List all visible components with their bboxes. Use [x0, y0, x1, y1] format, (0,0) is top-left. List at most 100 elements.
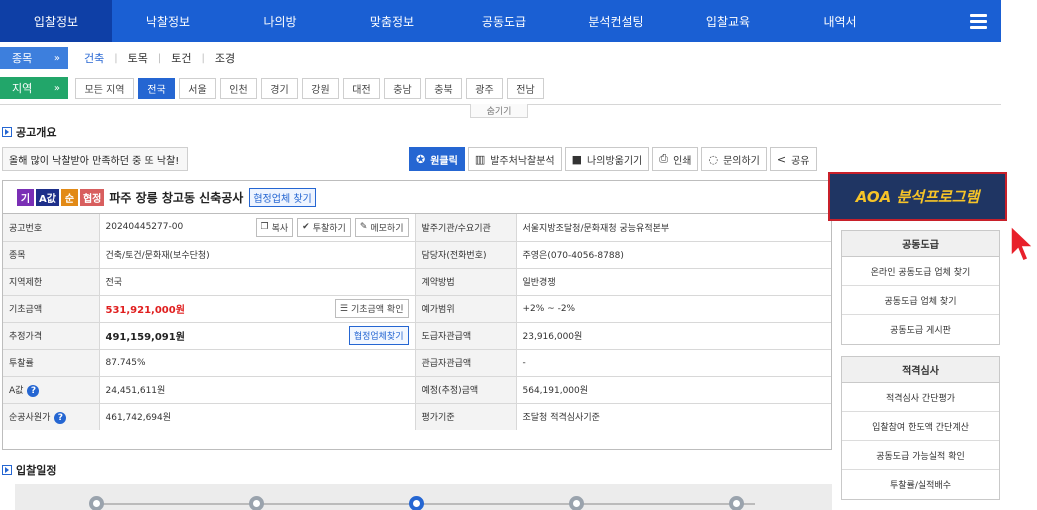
table-cell: 주영은(070-4056-8788): [516, 241, 831, 269]
base-amount-confirm-button[interactable]: ☰ 기초금액 확인: [334, 299, 409, 318]
table-cell: 전국: [99, 268, 416, 296]
side-link-bid-rate-multiplier[interactable]: 투찰률/실적배수: [842, 470, 999, 499]
table-header-cell: A값?: [3, 376, 100, 404]
joint-contract-heading: 공동도급: [842, 231, 999, 257]
table-cell: 491,159,091원 협정업체찾기: [99, 322, 416, 350]
region-button-gyeonggi[interactable]: 경기: [261, 77, 298, 99]
copy-button[interactable]: ❐ 복사: [255, 217, 294, 237]
region-button-jeonnam[interactable]: 전남: [507, 77, 544, 99]
category-filter: 종목 » 건축 | 토목 | 토건 | 조경: [0, 47, 235, 69]
region-button-daejeon[interactable]: 대전: [343, 77, 380, 99]
divider: |: [114, 52, 118, 64]
region-button-seoul[interactable]: 서울: [179, 77, 216, 99]
bid-submit-button[interactable]: ✔ 투찰하기: [297, 217, 351, 237]
aoa-program-banner[interactable]: AOA 분석프로그램: [828, 172, 1007, 221]
table-header-cell: 예가범위: [415, 295, 517, 323]
category-link-civil[interactable]: 토목: [128, 50, 148, 66]
category-filter-label[interactable]: 종목 »: [0, 47, 68, 69]
double-chevron-icon: »: [53, 82, 60, 94]
nav-item-joint-contract[interactable]: 공동도급: [448, 0, 560, 42]
category-link-landscape[interactable]: 조경: [215, 50, 235, 66]
menu-button[interactable]: [896, 0, 1001, 42]
base-amount: 531,921,000원: [105, 305, 185, 316]
timeline-step[interactable]: [249, 496, 264, 510]
side-link-performance-check[interactable]: 공동도급 가능실적 확인: [842, 441, 999, 470]
table-header-cell: 순공사원가?: [3, 403, 100, 430]
timeline-step[interactable]: [729, 496, 744, 510]
help-icon[interactable]: ?: [27, 384, 40, 397]
estimated-price: 491,159,091원: [105, 332, 185, 343]
action-toolbar: ✪ 원클릭 ▥ 발주처낙찰분석 ■ 나의방옮기기 ⎙ 인쇄 ◌ 문의하기 < 공…: [409, 147, 817, 171]
bid-info-table: 공고번호 20240445277-00 ❐ 복사 ✔ 투찰하기 ✎ 메모하기 발주기관…: [3, 214, 831, 430]
timeline-step-current[interactable]: [409, 496, 424, 510]
play-square-icon: [2, 127, 12, 137]
side-link-joint-find[interactable]: 공동도급 업체 찾기: [842, 286, 999, 315]
table-header-cell: 관급자관급액: [415, 349, 517, 377]
table-cell: 20240445277-00 ❐ 복사 ✔ 투찰하기 ✎ 메모하기: [99, 214, 416, 242]
bid-detail-panel: 기 A값 순 협정 파주 장릉 창고동 신축공사 협정업체 찾기 공고번호 20…: [2, 180, 832, 450]
badge-soon: 순: [60, 188, 78, 206]
print-button[interactable]: ⎙ 인쇄: [652, 147, 699, 171]
region-button-incheon[interactable]: 인천: [220, 77, 257, 99]
side-link-online-joint-find[interactable]: 온라인 공동도급 업체 찾기: [842, 257, 999, 286]
bar-chart-icon: ▥: [474, 152, 486, 166]
side-link-joint-board[interactable]: 공동도급 게시판: [842, 315, 999, 344]
joint-contract-panel: 공동도급 온라인 공동도급 업체 찾기 공동도급 업체 찾기 공동도급 게시판: [841, 230, 1000, 345]
memo-button[interactable]: ✎ 메모하기: [354, 217, 409, 237]
folder-icon: ■: [571, 152, 583, 166]
find-partner-button[interactable]: 협정업체찾기: [348, 326, 409, 345]
nav-item-bid-education[interactable]: 입찰교육: [672, 0, 784, 42]
category-link-civil-architecture[interactable]: 토건: [171, 50, 191, 66]
help-icon[interactable]: ?: [54, 411, 67, 424]
table-cell: 조달청 적격심사기준: [522, 413, 600, 424]
promo-notice[interactable]: 올해 많이 낙찰받아 만족하던 중 또 낙찰!: [2, 147, 188, 171]
table-row: A값? 24,451,611원 예정(추정)금액 564,191,000원: [3, 376, 831, 404]
table-cell: 건축/토건/문화재(보수단청): [99, 241, 416, 269]
table-cell: 일반경쟁: [516, 268, 831, 296]
nav-item-custom-info[interactable]: 맞춤정보: [336, 0, 448, 42]
divider: |: [157, 52, 162, 64]
table-cell: 23,916,000원: [516, 322, 831, 350]
hide-toggle-button[interactable]: 숨기기: [470, 104, 528, 118]
side-link-quick-evaluation[interactable]: 적격심사 간단평가: [842, 383, 999, 412]
one-click-button[interactable]: ✪ 원클릭: [409, 147, 465, 171]
table-cell: 87.745%: [99, 349, 416, 377]
nav-item-bid-info[interactable]: 입찰정보: [0, 0, 112, 42]
table-header-cell: 기초금액: [3, 295, 100, 323]
nav-item-statement[interactable]: 내역서: [784, 0, 896, 42]
table-header-cell: 공고번호: [3, 214, 100, 242]
category-link-architecture[interactable]: 건축: [84, 50, 104, 66]
nav-item-award-info[interactable]: 낙찰정보: [112, 0, 224, 42]
nav-item-my-room[interactable]: 나의방: [224, 0, 336, 42]
find-partner-link[interactable]: 협정업체 찾기: [249, 187, 316, 207]
check-doc-icon: ✔: [302, 222, 310, 233]
inquiry-button[interactable]: ◌ 문의하기: [701, 147, 767, 171]
table-header-cell: 예정(추정)금액: [415, 376, 517, 404]
copy-icon: ❐: [260, 222, 269, 233]
timeline-step[interactable]: [569, 496, 584, 510]
table-cell: 564,191,000원: [516, 376, 831, 404]
badge-ki: 기: [17, 188, 34, 206]
agency-analysis-button[interactable]: ▥ 발주처낙찰분석: [467, 147, 562, 171]
schedule-section-title: 입찰일정: [2, 462, 56, 478]
share-button[interactable]: < 공유: [769, 147, 817, 171]
region-button-chungnam[interactable]: 충남: [384, 77, 421, 99]
chat-bubble-icon: ◌: [708, 152, 719, 166]
table-header-cell: 평가기준: [415, 403, 517, 430]
qualification-panel: 적격심사 적격심사 간단평가 입찰참여 한도액 간단계산 공동도급 가능실적 확…: [841, 356, 1000, 500]
region-button-gwangju[interactable]: 광주: [466, 77, 503, 99]
region-button-all[interactable]: 모든 지역: [75, 77, 134, 99]
region-button-gangwon[interactable]: 강원: [302, 77, 339, 99]
region-button-chungbuk[interactable]: 충북: [425, 77, 462, 99]
move-to-my-room-button[interactable]: ■ 나의방옮기기: [564, 147, 650, 171]
table-header-cell: 종목: [3, 241, 100, 269]
database-icon: ☰: [339, 303, 348, 314]
region-button-nationwide[interactable]: 전국: [138, 77, 175, 99]
share-icon: <: [776, 152, 787, 166]
double-chevron-icon: »: [53, 52, 60, 64]
region-filter-label[interactable]: 지역 »: [0, 77, 68, 99]
nav-item-analysis-consulting[interactable]: 분석컨설팅: [560, 0, 672, 42]
timeline-step[interactable]: [89, 496, 104, 510]
table-header-cell: 추정가격: [3, 322, 100, 350]
side-link-limit-calc[interactable]: 입찰참여 한도액 간단계산: [842, 412, 999, 441]
